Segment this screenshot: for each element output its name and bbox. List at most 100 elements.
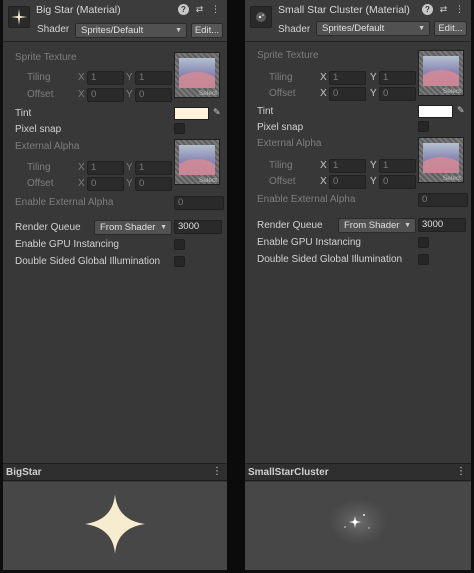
- offset-x-axis: X: [78, 89, 85, 100]
- texture-select-label[interactable]: Select: [199, 177, 217, 184]
- tiling-x-axis: X: [320, 72, 327, 83]
- shader-value: Sprites/Default: [81, 25, 144, 36]
- double-sided-gi-checkbox[interactable]: [174, 256, 185, 267]
- tint-color-field[interactable]: [174, 107, 209, 120]
- enable-external-alpha-label: Enable External Alpha: [257, 194, 356, 205]
- ext-offset-y-axis: Y: [370, 176, 377, 187]
- inspector-small-star-cluster: Small Star Cluster (Material) ? ⇄ ⋮ Shad…: [245, 0, 471, 570]
- ext-offset-label: Offset: [269, 176, 296, 187]
- pixel-snap-label: Pixel snap: [15, 124, 62, 135]
- offset-y-axis: Y: [370, 88, 377, 99]
- gpu-instancing-label: Enable GPU Instancing: [15, 239, 119, 250]
- ext-tiling-x-axis: X: [78, 162, 85, 173]
- eyedropper-icon[interactable]: ✎: [213, 107, 223, 117]
- shader-dropdown[interactable]: Sprites/Default ▼: [75, 23, 187, 38]
- help-icon[interactable]: ?: [422, 4, 433, 15]
- kebab-menu-icon[interactable]: ⋮: [210, 4, 221, 15]
- tint-label: Tint: [15, 108, 32, 119]
- offset-x-field[interactable]: 0: [87, 88, 124, 102]
- offset-y-field[interactable]: 0: [135, 88, 172, 102]
- material-preview[interactable]: [3, 482, 227, 570]
- texture-select-label[interactable]: Select: [443, 175, 461, 182]
- tint-label: Tint: [257, 106, 274, 117]
- material-title: Big Star (Material): [36, 4, 121, 16]
- tiling-y-axis: Y: [370, 72, 377, 83]
- edit-shader-button[interactable]: Edit...: [434, 21, 467, 36]
- enable-external-alpha-field[interactable]: 0: [174, 196, 224, 210]
- gpu-instancing-checkbox[interactable]: [174, 239, 185, 250]
- sprite-texture-slot[interactable]: Select: [174, 52, 220, 98]
- kebab-menu-icon[interactable]: ⋮: [454, 4, 465, 15]
- render-queue-label: Render Queue: [15, 222, 81, 233]
- render-queue-dropdown[interactable]: From Shader ▼: [94, 220, 172, 235]
- offset-x-axis: X: [320, 88, 327, 99]
- pixel-snap-checkbox[interactable]: [174, 123, 185, 134]
- sprite-texture-slot[interactable]: Select: [418, 50, 464, 96]
- chevron-down-icon: ▼: [404, 222, 411, 229]
- material-preview[interactable]: [245, 482, 471, 570]
- chevron-down-icon: ▼: [160, 224, 167, 231]
- enable-external-alpha-field[interactable]: 0: [418, 193, 468, 207]
- double-sided-gi-label: Double Sided Global Illumination: [15, 256, 161, 267]
- texture-select-label[interactable]: Select: [199, 90, 217, 97]
- external-alpha-label: External Alpha: [15, 141, 80, 152]
- material-thumbnail: [250, 6, 272, 28]
- tint-color-field[interactable]: [418, 105, 453, 118]
- offset-y-axis: Y: [126, 89, 133, 100]
- inspector-big-star: Big Star (Material) ? ⇄ ⋮ Shader Sprites…: [3, 0, 227, 570]
- texture-preview-image: [423, 56, 459, 86]
- chevron-down-icon: ▼: [418, 25, 425, 32]
- external-alpha-slot[interactable]: Select: [174, 139, 220, 185]
- edit-shader-button[interactable]: Edit...: [191, 23, 223, 38]
- sprite-texture-label: Sprite Texture: [15, 52, 77, 63]
- texture-select-label[interactable]: Select: [443, 88, 461, 95]
- pixel-snap-checkbox[interactable]: [418, 121, 429, 132]
- ext-tiling-x-field[interactable]: 1: [87, 161, 124, 175]
- star-cluster-preview-image: [328, 498, 388, 546]
- ext-offset-label: Offset: [27, 178, 54, 189]
- external-alpha-slot[interactable]: Select: [418, 137, 464, 183]
- external-alpha-label: External Alpha: [257, 138, 322, 149]
- tiling-y-axis: Y: [126, 72, 133, 83]
- eyedropper-icon[interactable]: ✎: [457, 105, 467, 115]
- ext-offset-x-axis: X: [78, 178, 85, 189]
- double-sided-gi-checkbox[interactable]: [418, 254, 429, 265]
- gpu-instancing-checkbox[interactable]: [418, 237, 429, 248]
- kebab-menu-icon[interactable]: ⋮: [456, 466, 466, 477]
- ext-offset-x-field[interactable]: 0: [87, 177, 124, 191]
- tiling-y-field[interactable]: 1: [379, 71, 416, 85]
- render-queue-dropdown[interactable]: From Shader ▼: [338, 218, 416, 233]
- ext-offset-x-field[interactable]: 0: [329, 175, 366, 189]
- enable-external-alpha-label: Enable External Alpha: [15, 197, 114, 208]
- ext-tiling-x-axis: X: [320, 160, 327, 171]
- tiling-x-field[interactable]: 1: [329, 71, 366, 85]
- pixel-snap-label: Pixel snap: [257, 122, 304, 133]
- ext-offset-y-field[interactable]: 0: [379, 175, 416, 189]
- panel-divider: [227, 0, 245, 573]
- ext-offset-y-field[interactable]: 0: [135, 177, 172, 191]
- offset-y-field[interactable]: 0: [379, 87, 416, 101]
- preview-title: BigStar: [6, 467, 42, 478]
- shader-value: Sprites/Default: [322, 23, 385, 34]
- tiling-x-field[interactable]: 1: [87, 71, 124, 85]
- render-queue-field[interactable]: 3000: [174, 220, 222, 234]
- ext-tiling-y-axis: Y: [126, 162, 133, 173]
- preview-header[interactable]: BigStar ⋮: [3, 463, 227, 481]
- ext-tiling-y-field[interactable]: 1: [135, 161, 172, 175]
- material-title: Small Star Cluster (Material): [278, 4, 410, 16]
- preview-header[interactable]: SmallStarCluster ⋮: [245, 463, 471, 481]
- shader-dropdown[interactable]: Sprites/Default ▼: [316, 21, 430, 36]
- kebab-menu-icon[interactable]: ⋮: [212, 466, 222, 477]
- sprite-texture-label: Sprite Texture: [257, 50, 319, 61]
- tiling-y-field[interactable]: 1: [135, 71, 172, 85]
- render-queue-label: Render Queue: [257, 220, 323, 231]
- preset-settings-icon[interactable]: ⇄: [438, 4, 449, 15]
- offset-x-field[interactable]: 0: [329, 87, 366, 101]
- preset-settings-icon[interactable]: ⇄: [194, 4, 205, 15]
- ext-tiling-x-field[interactable]: 1: [329, 159, 366, 173]
- help-icon[interactable]: ?: [178, 4, 189, 15]
- ext-tiling-y-field[interactable]: 1: [379, 159, 416, 173]
- render-queue-field[interactable]: 3000: [418, 218, 466, 232]
- render-queue-mode: From Shader: [344, 220, 400, 231]
- gpu-instancing-label: Enable GPU Instancing: [257, 237, 361, 248]
